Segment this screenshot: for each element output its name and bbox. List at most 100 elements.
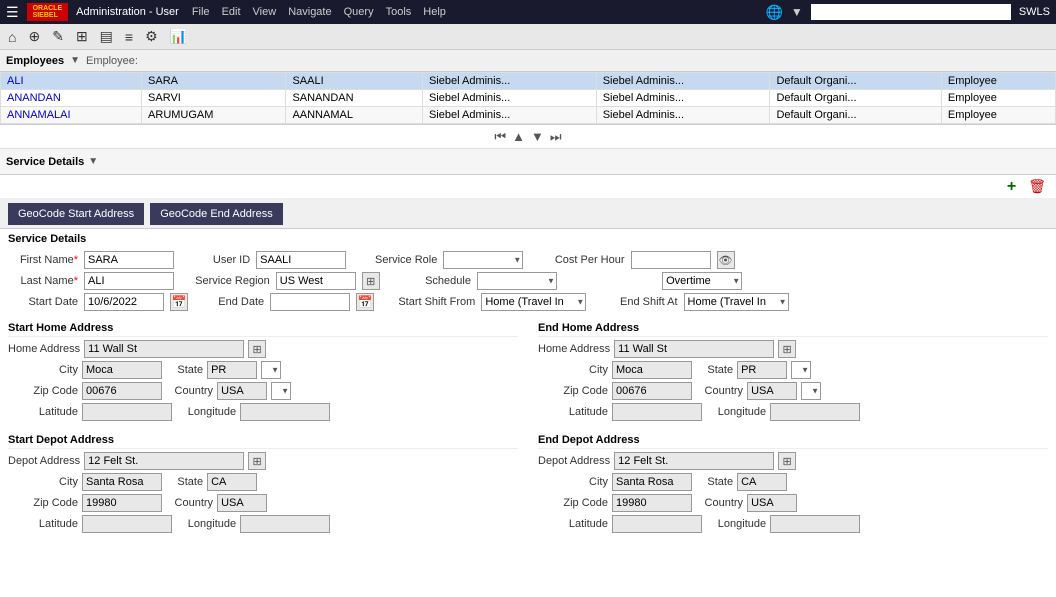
menu-file[interactable]: File bbox=[187, 4, 215, 20]
nav-next-icon[interactable]: ▼ bbox=[531, 129, 544, 144]
start-home-city-input[interactable] bbox=[82, 361, 162, 379]
last-name-input[interactable] bbox=[84, 272, 174, 290]
overtime-select[interactable]: Overtime bbox=[662, 272, 742, 290]
start-depot-state-input[interactable] bbox=[207, 473, 257, 491]
toolbar-list-icon[interactable]: ▤ bbox=[96, 26, 117, 47]
toolbar-edit-icon[interactable]: ✎ bbox=[48, 26, 68, 47]
hamburger-icon[interactable]: ☰ bbox=[6, 4, 19, 21]
start-home-longitude-input[interactable] bbox=[240, 403, 330, 421]
employee-last-name-link[interactable]: ANANDAN bbox=[7, 92, 61, 104]
end-home-country-input[interactable] bbox=[747, 382, 797, 400]
end-date-cal-btn[interactable]: 📅 bbox=[356, 293, 374, 311]
employees-dropdown-arrow[interactable]: ▼ bbox=[70, 55, 80, 66]
employee-last-name-link[interactable]: ANNAMALAI bbox=[7, 109, 71, 121]
search-input[interactable] bbox=[811, 4, 1011, 20]
geocode-end-button[interactable]: GeoCode End Address bbox=[150, 203, 283, 225]
table-cell: SAALI bbox=[286, 73, 423, 90]
end-home-state-input[interactable] bbox=[737, 361, 787, 379]
end-depot-latitude-input[interactable] bbox=[612, 515, 702, 533]
nav-first-icon[interactable]: ⏮ bbox=[494, 129, 506, 145]
user-id-input[interactable] bbox=[256, 251, 346, 269]
cost-per-hour-input[interactable] bbox=[631, 251, 711, 269]
start-home-country-input[interactable] bbox=[217, 382, 267, 400]
end-depot-address-input[interactable] bbox=[614, 452, 774, 470]
end-home-latitude-input[interactable] bbox=[612, 403, 702, 421]
start-depot-zip-input[interactable] bbox=[82, 494, 162, 512]
end-depot-address-lookup-btn[interactable]: ⊞ bbox=[778, 452, 796, 470]
menu-edit[interactable]: Edit bbox=[217, 4, 246, 20]
menu-navigate[interactable]: Navigate bbox=[283, 4, 336, 20]
service-region-input[interactable] bbox=[276, 272, 356, 290]
end-depot-zip-input[interactable] bbox=[612, 494, 692, 512]
dropdown-icon[interactable]: ▼ bbox=[791, 5, 803, 19]
table-row[interactable]: ANNAMALAI ARUMUGAM AANNAMAL Siebel Admin… bbox=[1, 107, 1056, 124]
nav-prev-icon[interactable]: ▲ bbox=[512, 129, 525, 144]
toolbar-menu-icon[interactable]: ≡ bbox=[121, 27, 137, 47]
section-dropdown-arrow[interactable]: ▼ bbox=[88, 156, 98, 167]
last-name-label: Last Name bbox=[8, 275, 78, 287]
nav-last-icon[interactable]: ⏭ bbox=[550, 129, 562, 145]
section-title: Service Details bbox=[6, 156, 84, 168]
end-depot-state-input[interactable] bbox=[737, 473, 787, 491]
end-home-address-input[interactable] bbox=[614, 340, 774, 358]
end-home-address-lookup-btn[interactable]: ⊞ bbox=[778, 340, 796, 358]
schedule-select[interactable] bbox=[477, 272, 557, 290]
start-depot-country-input[interactable] bbox=[217, 494, 267, 512]
end-depot-country-input[interactable] bbox=[747, 494, 797, 512]
end-shift-select[interactable]: Home (Travel In bbox=[684, 293, 789, 311]
menu-query[interactable]: Query bbox=[339, 4, 379, 20]
service-region-lookup-btn[interactable]: ⊞ bbox=[362, 272, 380, 290]
start-depot-longitude-input[interactable] bbox=[240, 515, 330, 533]
end-home-country-select[interactable] bbox=[801, 382, 821, 400]
start-home-country-select[interactable] bbox=[271, 382, 291, 400]
start-home-state-input[interactable] bbox=[207, 361, 257, 379]
end-home-city-input[interactable] bbox=[612, 361, 692, 379]
toolbar-new-icon[interactable]: ⊕ bbox=[24, 26, 44, 47]
start-shift-select[interactable]: Home (Travel In bbox=[481, 293, 586, 311]
start-depot-address-lookup-btn[interactable]: ⊞ bbox=[248, 452, 266, 470]
start-date-input[interactable] bbox=[84, 293, 164, 311]
menu-view[interactable]: View bbox=[248, 4, 282, 20]
menu-help[interactable]: Help bbox=[418, 4, 451, 20]
top-bar: ☰ ORACLE SIEBEL Administration - User Fi… bbox=[0, 0, 1056, 24]
end-home-zip-input[interactable] bbox=[612, 382, 692, 400]
start-depot-address-input[interactable] bbox=[84, 452, 244, 470]
end-home-address-label: Home Address bbox=[538, 343, 610, 355]
eye-icon[interactable]: 👁 bbox=[717, 251, 735, 269]
start-home-zip-input[interactable] bbox=[82, 382, 162, 400]
end-home-state-select[interactable] bbox=[791, 361, 811, 379]
menu-tools[interactable]: Tools bbox=[381, 4, 417, 20]
geocode-start-button[interactable]: GeoCode Start Address bbox=[8, 203, 144, 225]
start-home-latlong-row: Latitude Longitude bbox=[8, 403, 518, 421]
toolbar-columns-icon[interactable]: ⚙ bbox=[141, 26, 162, 47]
add-record-button[interactable]: + bbox=[1003, 176, 1020, 198]
toolbar-home-icon[interactable]: ⌂ bbox=[4, 27, 20, 47]
end-depot-city-input[interactable] bbox=[612, 473, 692, 491]
start-home-state-select[interactable] bbox=[261, 361, 281, 379]
start-depot-latitude-input[interactable] bbox=[82, 515, 172, 533]
end-home-longitude-input[interactable] bbox=[770, 403, 860, 421]
start-home-address-lookup-btn[interactable]: ⊞ bbox=[248, 340, 266, 358]
employee-last-name-link[interactable]: ALI bbox=[7, 75, 24, 87]
first-name-input[interactable] bbox=[84, 251, 174, 269]
end-date-input[interactable] bbox=[270, 293, 350, 311]
start-home-title: Start Home Address bbox=[8, 318, 518, 337]
start-date-cal-btn[interactable]: 📅 bbox=[170, 293, 188, 311]
start-depot-city-input[interactable] bbox=[82, 473, 162, 491]
end-depot-city-row: City State bbox=[538, 473, 1048, 491]
start-home-latitude-input[interactable] bbox=[82, 403, 172, 421]
delete-record-button[interactable]: 🗑 bbox=[1024, 176, 1050, 197]
schedule-wrapper bbox=[477, 272, 557, 290]
service-role-wrapper bbox=[443, 251, 523, 269]
table-row[interactable]: ANANDAN SARVI SANANDAN Siebel Adminis...… bbox=[1, 90, 1056, 107]
toolbar-chart-icon[interactable]: 📊 bbox=[166, 26, 191, 47]
service-role-select[interactable] bbox=[443, 251, 523, 269]
toolbar-copy-icon[interactable]: ⊞ bbox=[72, 26, 92, 47]
end-depot-longitude-input[interactable] bbox=[770, 515, 860, 533]
start-home-address-input[interactable] bbox=[84, 340, 244, 358]
table-row[interactable]: ALI SARA SAALI Siebel Adminis... Siebel … bbox=[1, 73, 1056, 90]
geocode-bar: GeoCode Start Address GeoCode End Addres… bbox=[0, 199, 1056, 229]
end-home-zip-label: Zip Code bbox=[538, 385, 608, 397]
table-cell: SANANDAN bbox=[286, 90, 423, 107]
start-shift-label: Start Shift From bbox=[395, 296, 475, 308]
